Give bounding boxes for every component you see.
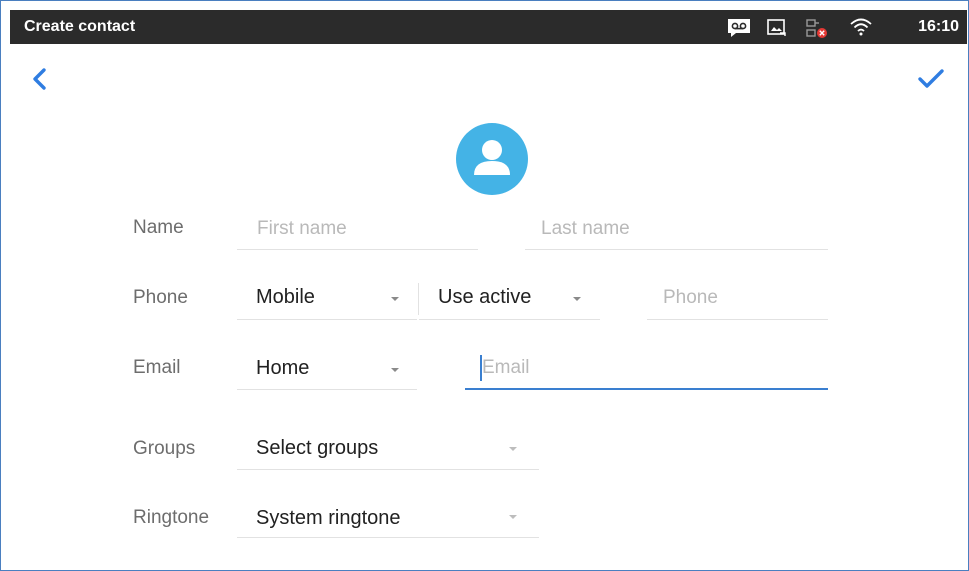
last-name-field[interactable]: Last name <box>525 212 828 250</box>
email-type-dropdown[interactable]: Home <box>237 350 417 390</box>
groups-value: Select groups <box>256 437 379 459</box>
clock: 16:10 <box>918 18 959 35</box>
chevron-down-icon <box>391 368 399 372</box>
email-placeholder: Email <box>482 357 530 378</box>
ringtone-label: Ringtone <box>133 507 210 528</box>
phone-placeholder: Phone <box>663 287 718 308</box>
chevron-down-icon <box>573 297 581 301</box>
voicemail-icon <box>728 19 750 37</box>
window-title: Create contact <box>24 18 136 35</box>
phone-type-dropdown[interactable]: Mobile <box>237 280 417 320</box>
wifi-icon <box>850 18 872 36</box>
chevron-down-icon <box>509 515 517 519</box>
network-disconnected-icon <box>806 19 827 38</box>
chevron-down-icon <box>509 447 517 451</box>
phone-label: Phone <box>133 287 188 308</box>
ringtone-dropdown[interactable]: System ringtone <box>237 499 539 538</box>
person-icon <box>474 140 510 175</box>
first-name-field[interactable]: First name <box>237 212 478 250</box>
name-label: Name <box>133 217 184 238</box>
check-icon[interactable] <box>917 66 945 92</box>
first-name-placeholder: First name <box>257 218 347 239</box>
email-type-value: Home <box>256 357 310 379</box>
phone-number-field[interactable]: Phone <box>647 280 828 320</box>
image-icon <box>767 19 786 36</box>
phone-account-dropdown[interactable]: Use active <box>419 280 600 320</box>
groups-dropdown[interactable]: Select groups <box>237 429 539 470</box>
chevron-down-icon <box>391 297 399 301</box>
phone-type-value: Mobile <box>256 286 315 308</box>
email-label: Email <box>133 357 181 378</box>
last-name-placeholder: Last name <box>541 218 630 239</box>
avatar[interactable] <box>456 123 528 195</box>
ringtone-value: System ringtone <box>256 507 401 529</box>
email-field[interactable]: Email <box>465 350 828 390</box>
status-icons: 16:10 <box>707 10 967 44</box>
phone-account-value: Use active <box>438 286 532 308</box>
groups-label: Groups <box>133 438 196 459</box>
back-icon[interactable] <box>30 64 50 94</box>
status-bar: Create contact 16:10 <box>10 10 967 44</box>
